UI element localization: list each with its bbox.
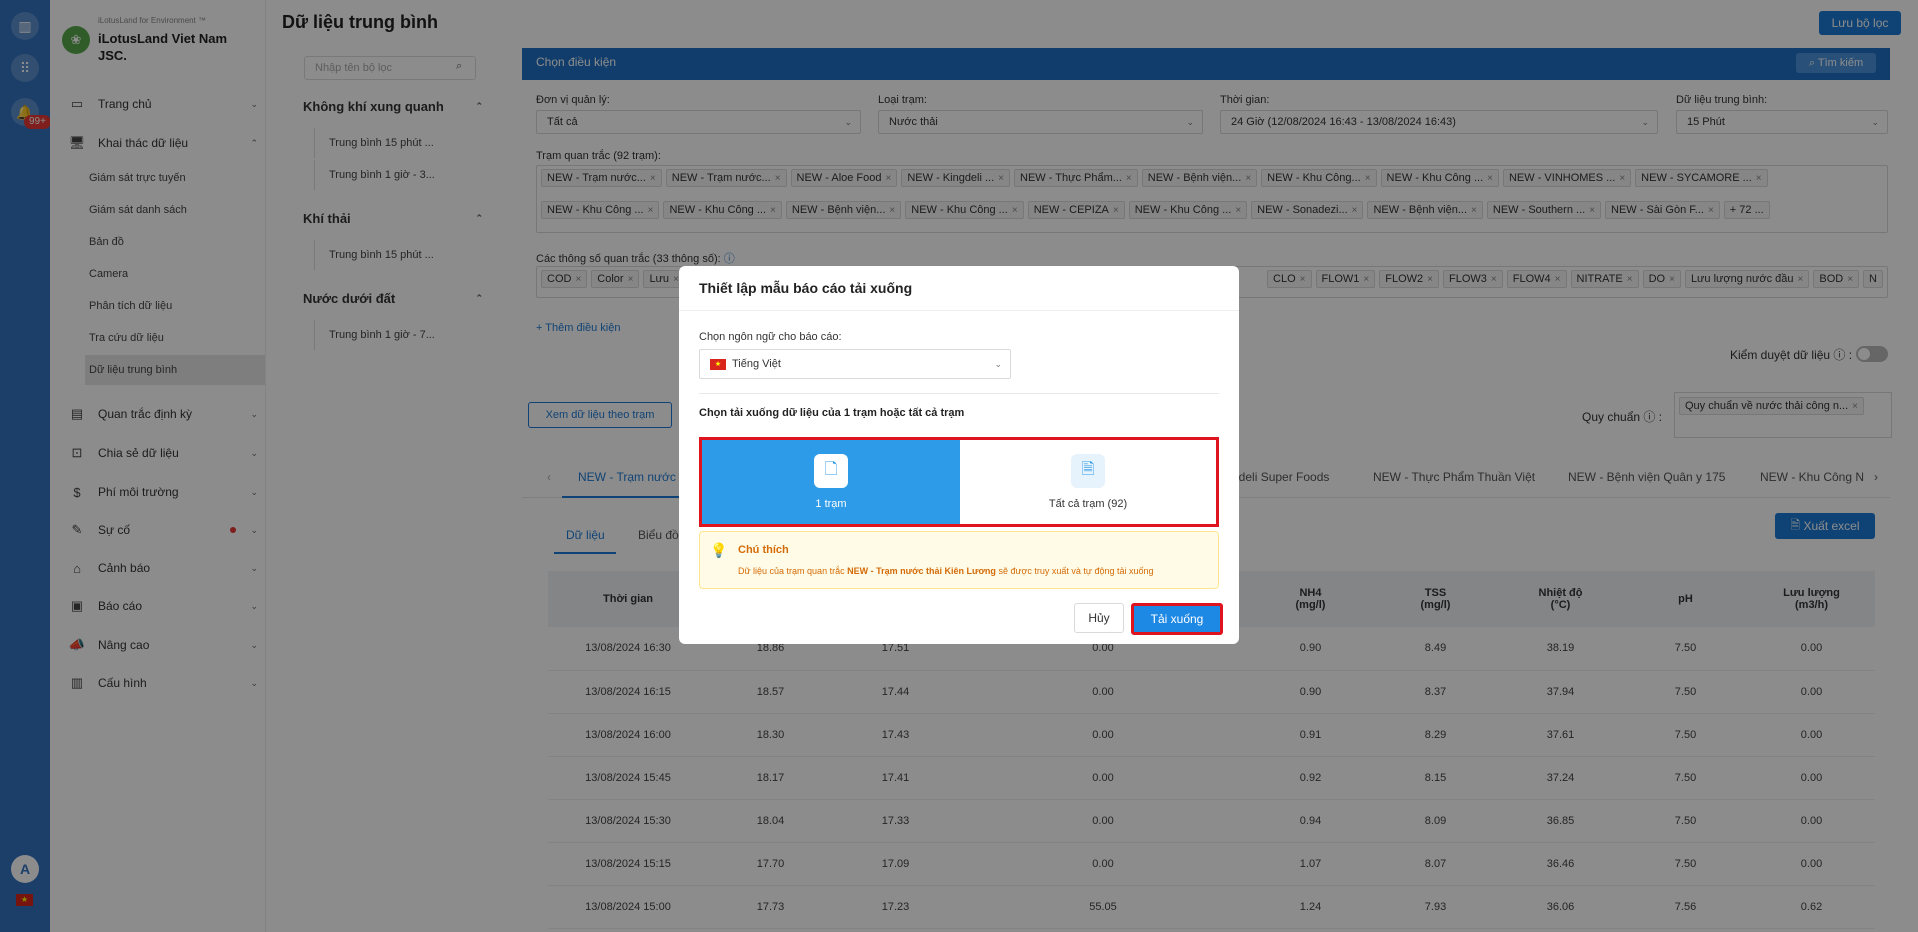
note-text: Dữ liệu của trạm quan trắc NEW - Trạm nư… <box>738 566 1154 576</box>
language-value: Tiếng Việt <box>732 358 781 370</box>
download-report-modal: Thiết lập mẫu báo cáo tải xuống Chọn ngô… <box>679 266 1239 644</box>
option-all-stations[interactable]: 🗎 Tất cả trạm (92) <box>960 440 1216 524</box>
option-all-label: Tất cả trạm (92) <box>1048 498 1128 510</box>
modal-divider <box>679 310 1239 311</box>
modal-title: Thiết lập mẫu báo cáo tải xuống <box>699 280 913 296</box>
scope-label: Chọn tải xuống dữ liệu của 1 trạm hoặc t… <box>699 407 965 419</box>
note-title: Chú thích <box>738 544 789 556</box>
download-button[interactable]: Tải xuống <box>1131 603 1223 635</box>
lightbulb-icon: 💡 <box>710 542 728 558</box>
note-station-name: NEW - Trạm nước thải Kiên Lương <box>847 566 996 576</box>
option-one-station[interactable]: 🗋 1 trạm <box>702 440 960 524</box>
language-label: Chọn ngôn ngữ cho báo cáo: <box>699 331 842 343</box>
cancel-button[interactable]: Hủy <box>1074 603 1124 633</box>
file-icon: 🗋 <box>814 454 848 488</box>
language-select[interactable]: ★ Tiếng Việt ⌄ <box>699 349 1011 379</box>
note-text-post: sẽ được truy xuất và tự động tải xuống <box>998 566 1154 576</box>
option-one-label: 1 trạm <box>815 498 847 510</box>
files-icon: 🗎 <box>1071 454 1105 488</box>
note-text-pre: Dữ liệu của trạm quan trắc <box>738 566 845 576</box>
vietnam-flag-icon: ★ <box>710 358 726 370</box>
chevron-down-icon: ⌄ <box>994 359 1002 369</box>
section-divider <box>699 393 1219 394</box>
note-box: 💡 Chú thích Dữ liệu của trạm quan trắc N… <box>699 531 1219 589</box>
